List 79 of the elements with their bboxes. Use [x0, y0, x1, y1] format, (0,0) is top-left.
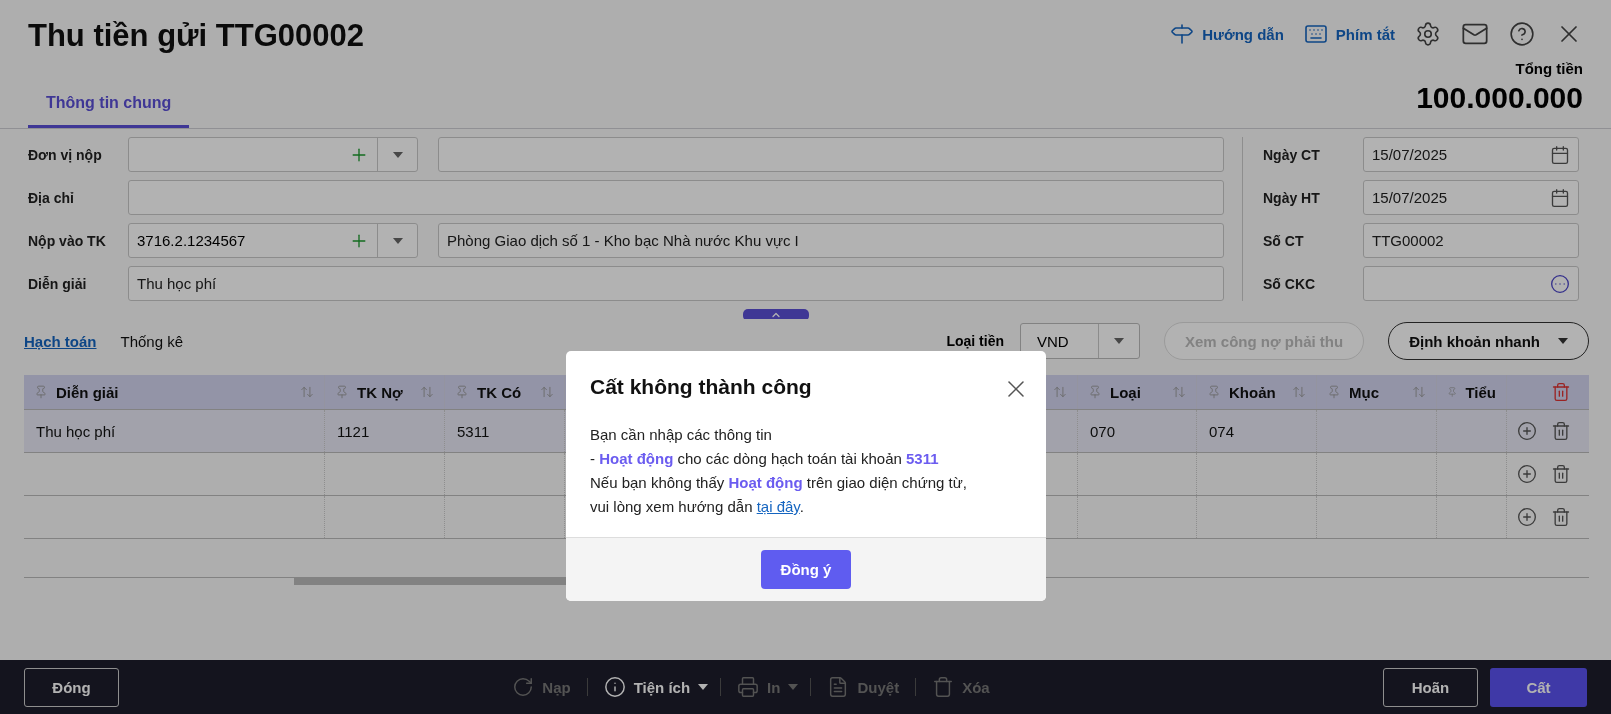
field-label: Số CT: [1263, 232, 1305, 249]
ok-button[interactable]: Đồng ý: [760, 550, 852, 589]
sort-icon: [540, 385, 554, 399]
input-field[interactable]: Phòng Giao dịch số 1 - Kho bạc Nhà nước Khu vực I: [438, 223, 1224, 258]
guide-link[interactable]: Hướng dẫn: [1170, 22, 1284, 46]
message-line: vui lòng xem hướng dẫn tại đây.: [590, 497, 805, 517]
field-label: Số CKC: [1263, 275, 1317, 292]
sort-icon: [420, 385, 434, 399]
table-cell: 074: [1209, 422, 1235, 440]
tab[interactable]: Hạch toán: [24, 332, 97, 350]
total-amount: 100.000.000: [1416, 81, 1583, 115]
trash-icon: [1551, 464, 1571, 484]
input-field[interactable]: [1363, 266, 1579, 301]
input-field[interactable]: Thu học phí: [128, 266, 1224, 301]
shortcuts-link[interactable]: Phím tắt: [1303, 22, 1395, 46]
add-row-icon: [1517, 464, 1537, 484]
combo-field[interactable]: 3716.2.1234567: [128, 223, 418, 258]
defer-button[interactable]: Hoãn: [1383, 667, 1478, 707]
table-cell: 070: [1090, 422, 1116, 440]
save-button[interactable]: Cất: [1490, 667, 1587, 707]
add-row-icon: [1517, 507, 1537, 527]
window-title: Thu tiền gửi TTG00002: [28, 18, 364, 54]
field-label: Loại tiền: [946, 333, 1004, 349]
message-line: Bạn cần nhập các thông tin: [590, 425, 773, 445]
toolbar-button[interactable]: Tiện ích: [587, 676, 707, 698]
message-line: - Hoạt động cho các dòng hạch toán tài khoản 5311: [590, 449, 940, 469]
field-value: 3716.2.1234567: [137, 232, 246, 249]
delete-all-icon: [1551, 382, 1571, 402]
total-label: Tổng tiền: [1515, 60, 1583, 77]
input-field[interactable]: 15/07/2025: [1363, 137, 1579, 172]
field-label: Ngày HT: [1263, 189, 1321, 206]
more-icon: [1550, 273, 1570, 294]
reload-icon: [512, 676, 535, 698]
help-link[interactable]: tại đây: [756, 498, 800, 515]
close-form-button[interactable]: Đóng: [24, 667, 119, 707]
pin-icon: [1327, 385, 1341, 399]
pin-icon: [455, 385, 469, 399]
utilities-icon: [603, 676, 626, 698]
input-field[interactable]: [128, 180, 1224, 215]
input-field[interactable]: TTG00002: [1363, 223, 1579, 258]
field-label: Địa chỉ: [28, 189, 75, 206]
pin-icon: [335, 385, 349, 399]
settings-button[interactable]: [1415, 21, 1441, 47]
pin-icon: [1447, 385, 1458, 399]
settings-icon: [1415, 21, 1441, 47]
table-cell: 1121: [337, 422, 370, 440]
field-label: Nộp vào TK: [28, 232, 107, 249]
sort-icon: [300, 385, 314, 399]
field-label: Đơn vị nộp: [28, 146, 103, 163]
tab[interactable]: Thống kê: [120, 332, 184, 350]
help-icon: [1509, 21, 1535, 47]
dialog-title: Cất không thành công: [590, 375, 812, 400]
currency-select[interactable]: VND: [1020, 323, 1140, 359]
trash-icon: [1551, 421, 1571, 441]
sort-icon: [1292, 385, 1306, 399]
delete-icon: [932, 676, 955, 698]
print-icon: [737, 676, 760, 698]
add-row-icon: [1517, 421, 1537, 441]
help-button[interactable]: [1509, 21, 1535, 47]
sort-icon: [1412, 385, 1426, 399]
combo-field[interactable]: [128, 137, 418, 172]
menu-button[interactable]: Định khoản nhanh: [1388, 322, 1589, 360]
pin-icon: [34, 385, 48, 399]
table-cell: Thu học phí: [36, 422, 116, 440]
input-field[interactable]: [438, 137, 1224, 172]
message-line: Nếu bạn không thấy Hoạt động trên giao diện chứng từ,: [590, 473, 968, 493]
field-label: Ngày CT: [1263, 146, 1321, 163]
pin-icon: [1088, 385, 1102, 399]
calendar-icon: [1550, 144, 1570, 165]
table-cell: 5311: [457, 422, 490, 440]
sort-icon: [1172, 385, 1186, 399]
calendar-icon: [1550, 187, 1570, 208]
sort-icon: [1053, 385, 1067, 399]
pin-icon: [1207, 385, 1221, 399]
signpost-icon: [1170, 22, 1195, 46]
input-field[interactable]: 15/07/2025: [1363, 180, 1579, 215]
field-label: Diễn giải: [28, 275, 88, 292]
trash-icon: [1551, 507, 1571, 527]
keyboard-icon: [1303, 22, 1328, 46]
